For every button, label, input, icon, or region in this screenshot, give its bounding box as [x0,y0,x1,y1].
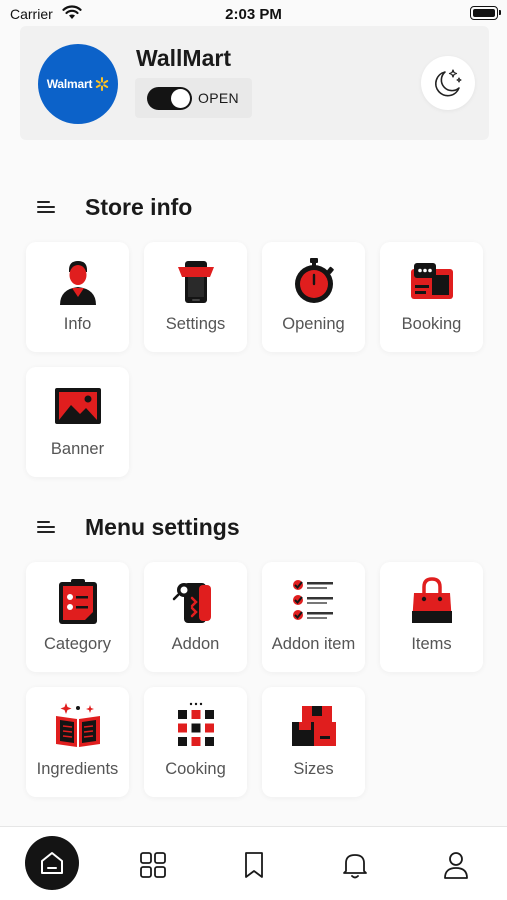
tile-label: Booking [401,315,462,333]
shopping-bag-icon [411,577,452,623]
tile-label: Ingredients [36,760,119,778]
bell-icon[interactable] [340,850,370,880]
cooking-grid-icon [177,702,214,746]
store-header: Walmart WallMart OPEN [20,26,489,140]
store-name: WallMart [136,45,231,71]
recipe-book-icon [55,703,100,747]
nav-home-button[interactable] [25,836,79,890]
addon-icon [172,583,211,623]
booking-tile[interactable]: Booking [380,242,483,352]
tile-label: Info [63,315,92,333]
home-icon [41,852,63,874]
section-title: Menu settings [85,513,240,540]
banner-tile[interactable]: Banner [26,367,129,477]
toggle-knob [171,89,190,108]
store-info-header: Store info [36,192,192,222]
cooking-tile[interactable]: Cooking [144,687,247,797]
clock: 2:03 PM [225,6,282,23]
open-toggle[interactable] [147,87,192,110]
moon-stars-icon [435,69,462,97]
grid-icon[interactable] [138,850,168,880]
user-icon [59,261,96,305]
tile-label: Addon item [271,635,356,653]
info-tile[interactable]: Info [26,242,129,352]
tile-label: Category [44,635,111,653]
status-bar: Carrier 2:03 PM [0,0,507,28]
bottom-nav [0,826,507,900]
category-tile[interactable]: Category [26,562,129,672]
clipboard-icon [58,579,97,624]
image-icon [54,388,101,424]
addon-item-tile[interactable]: Addon item [262,562,365,672]
tile-label: Cooking [165,760,226,778]
box-icon [291,706,336,746]
tile-label: Items [411,635,452,653]
open-status-label: OPEN [198,90,239,106]
ingredients-tile[interactable]: Ingredients [26,687,129,797]
open-status-control: OPEN [135,78,252,118]
section-title: Store info [85,193,193,220]
stopwatch-icon [294,258,334,303]
battery-icon [470,6,501,20]
tile-label: Addon [171,635,220,653]
items-tile[interactable]: Items [380,562,483,672]
tile-label: Sizes [293,760,334,778]
sizes-tile[interactable]: Sizes [262,687,365,797]
menu-lines-icon [37,201,55,213]
menu-settings-header: Menu settings [36,512,240,542]
logo-text: Walmart [46,77,93,91]
settings-tile[interactable]: Settings [144,242,247,352]
opening-tile[interactable]: Opening [262,242,365,352]
menu-lines-icon [37,521,55,533]
bookmark-icon[interactable] [239,850,269,880]
walmart-spark-icon [96,77,109,91]
theme-toggle-button[interactable] [421,56,475,110]
checklist-icon [292,580,333,620]
addon-tile[interactable]: Addon [144,562,247,672]
tile-label: Settings [165,315,226,333]
tile-label: Opening [282,315,345,333]
user-icon[interactable] [441,850,471,880]
tile-label: Banner [50,440,105,458]
store-logo[interactable]: Walmart [38,44,118,124]
phone-icon [177,261,214,303]
booking-icon [410,263,453,299]
